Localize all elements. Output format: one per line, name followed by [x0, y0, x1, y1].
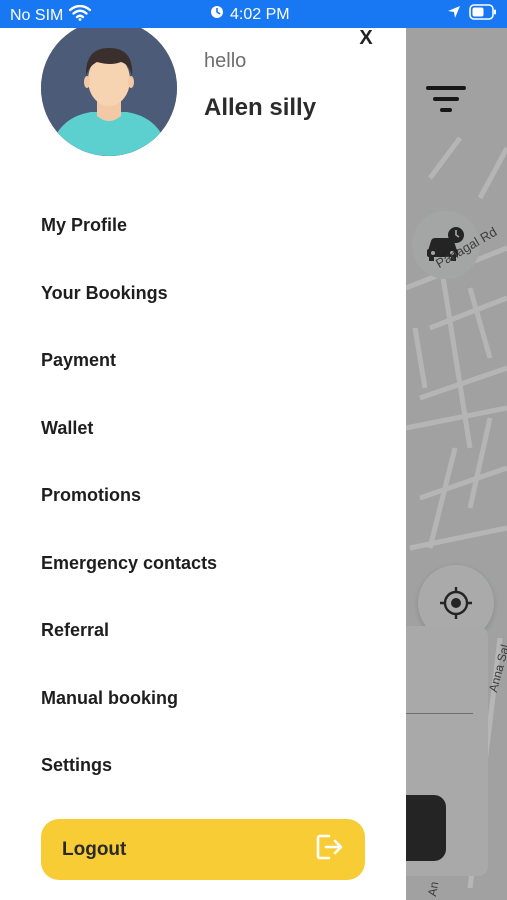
- menu-item-promotions[interactable]: Promotions: [41, 462, 371, 530]
- user-name: Allen silly: [204, 94, 317, 121]
- menu-item-manual-booking[interactable]: Manual booking: [41, 665, 371, 733]
- menu-item-payment[interactable]: Payment: [41, 327, 371, 395]
- location-arrow-icon: [447, 5, 461, 24]
- carrier-label: No SIM: [10, 6, 64, 24]
- side-drawer: hello Allen silly X My Profile Your Book…: [0, 20, 406, 900]
- status-center: 4:02 PM: [210, 5, 290, 24]
- logout-label: Logout: [62, 838, 127, 860]
- menu-item-referral[interactable]: Referral: [41, 597, 371, 665]
- menu-item-your-bookings[interactable]: Your Bookings: [41, 260, 371, 328]
- alarm-icon: [210, 5, 224, 24]
- status-left: No SIM: [10, 4, 92, 26]
- wifi-icon: [69, 4, 92, 26]
- logout-icon: [315, 832, 345, 867]
- menu-item-wallet[interactable]: Wallet: [41, 395, 371, 463]
- menu-item-my-profile[interactable]: My Profile: [41, 192, 371, 260]
- status-bar: No SIM 4:02 PM: [0, 0, 507, 28]
- avatar[interactable]: [41, 20, 177, 156]
- menu-item-emergency-contacts[interactable]: Emergency contacts: [41, 530, 371, 598]
- status-time: 4:02 PM: [230, 5, 290, 23]
- logout-button[interactable]: Logout: [41, 819, 365, 880]
- greeting-label: hello: [204, 50, 247, 72]
- status-right: [447, 4, 497, 25]
- drawer-menu: My Profile Your Bookings Payment Wallet …: [41, 192, 371, 800]
- close-drawer-button[interactable]: X: [354, 26, 378, 50]
- menu-item-settings[interactable]: Settings: [41, 732, 371, 800]
- battery-icon: [469, 4, 497, 25]
